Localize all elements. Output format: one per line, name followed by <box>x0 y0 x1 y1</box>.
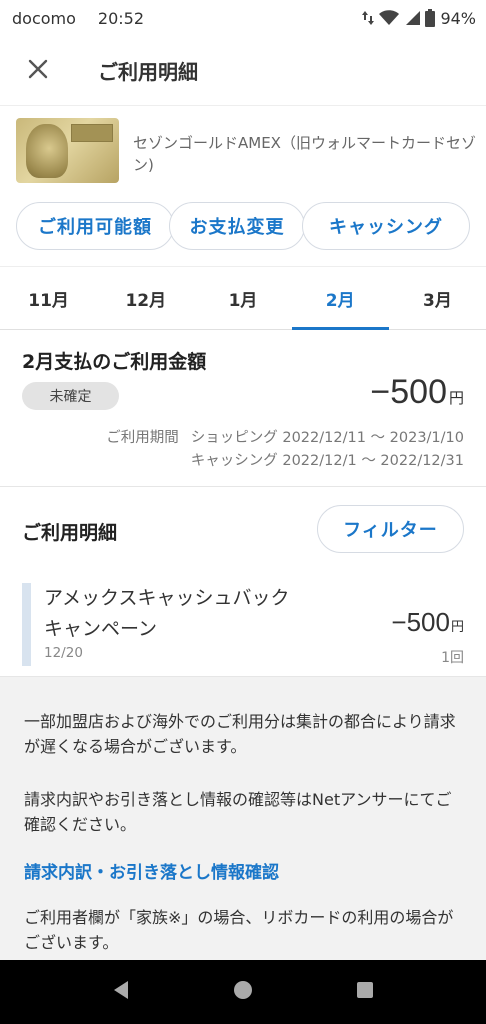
tab-december[interactable]: 12月 <box>97 267 194 329</box>
app-bar: ご利用明細 <box>0 36 486 106</box>
card-name: セゾンゴールドAMEX（旧ウォルマートカードセゾン) <box>133 134 476 174</box>
usage-period-label: ご利用期間 <box>106 430 179 446</box>
transaction-amount-currency: 円 <box>450 620 464 635</box>
payment-summary: 2月支払のご利用金額 未確定 −500 円 ご利用期間 ショッピング 2022/… <box>0 331 486 487</box>
payment-count: 1回 <box>441 650 464 666</box>
card-image <box>16 118 119 183</box>
back-button[interactable] <box>91 960 151 1024</box>
billing-info-link[interactable]: 請求内訳・お引き落とし情報確認 <box>24 858 279 883</box>
payment-change-button[interactable]: お支払変更 <box>169 202 305 250</box>
cashing-period: キャッシング 2022/12/1 〜 2022/12/31 <box>190 453 464 469</box>
close-icon <box>28 59 48 83</box>
carrier-name: docomo <box>12 8 76 28</box>
tab-january[interactable]: 1月 <box>194 267 291 329</box>
centurion-logo <box>26 124 68 178</box>
transaction-row[interactable]: アメックスキャッシュバックキャンペーン 12/20 −500 円 1回 <box>22 583 464 667</box>
transaction-amount-value: −500 <box>391 607 450 637</box>
usage-period: ご利用期間 ショッピング 2022/12/11 〜 2023/1/10 キャッシ… <box>106 427 464 473</box>
transaction-marker <box>22 583 31 666</box>
battery-icon <box>425 9 436 27</box>
total-amount: −500 円 <box>370 373 464 412</box>
status-bar: docomo 20:52 94% <box>0 0 486 36</box>
summary-title: 2月支払のご利用金額 <box>22 351 207 373</box>
back-icon <box>112 980 130 1004</box>
cashing-button[interactable]: キャッシング <box>302 202 470 250</box>
amex-brand-box <box>71 124 113 142</box>
month-tabs: 11月 12月 1月 2月 3月 <box>0 266 486 330</box>
filter-button[interactable]: フィルター <box>317 505 464 553</box>
clock: 20:52 <box>97 8 145 28</box>
details-title: ご利用明細 <box>22 522 118 544</box>
notice-text-delay: 一部加盟店および海外でのご利用分は集計の都合により請求が遅くなる場合がございます… <box>24 712 456 756</box>
status-badge: 未確定 <box>22 382 119 410</box>
total-amount-currency: 円 <box>448 389 464 407</box>
details-header: ご利用明細 フィルター <box>0 488 486 574</box>
recents-icon <box>356 981 374 1003</box>
signal-icon <box>404 10 421 26</box>
notice-text-netanswer: 請求内訳やお引き落とし情報の確認等はNetアンサーにてご確認ください。 <box>24 790 452 834</box>
total-amount-value: −500 <box>370 373 447 411</box>
battery-percent: 94% <box>440 8 476 28</box>
system-nav-bar <box>0 960 486 1024</box>
transaction-name: アメックスキャッシュバックキャンペーン <box>44 587 290 640</box>
wifi-icon <box>379 10 400 26</box>
tab-march[interactable]: 3月 <box>389 267 486 329</box>
transaction-date: 12/20 <box>44 645 83 661</box>
recents-button[interactable] <box>335 960 395 1024</box>
shopping-period: ショッピング 2022/12/11 〜 2023/1/10 <box>190 430 464 446</box>
notice-text-family: ご利用者欄が「家族※」の場合、リボカードの利用の場合がございます。 <box>24 908 454 952</box>
action-chips: ご利用可能額 お支払変更 キャッシング <box>16 202 470 250</box>
tab-november[interactable]: 11月 <box>0 267 97 329</box>
tab-february[interactable]: 2月 <box>291 267 390 330</box>
notice-panel: 一部加盟店および海外でのご利用分は集計の都合により請求が遅くなる場合がございます… <box>0 676 486 960</box>
close-button[interactable] <box>0 36 76 106</box>
available-amount-button[interactable]: ご利用可能額 <box>16 202 174 250</box>
transaction-amount: −500 円 <box>391 607 464 638</box>
card-info: セゾンゴールドAMEX（旧ウォルマートカードセゾン) <box>16 118 476 183</box>
home-button[interactable] <box>213 960 273 1024</box>
page-title: ご利用明細 <box>98 60 198 84</box>
home-icon <box>233 980 253 1004</box>
data-transfer-icon <box>362 10 375 26</box>
